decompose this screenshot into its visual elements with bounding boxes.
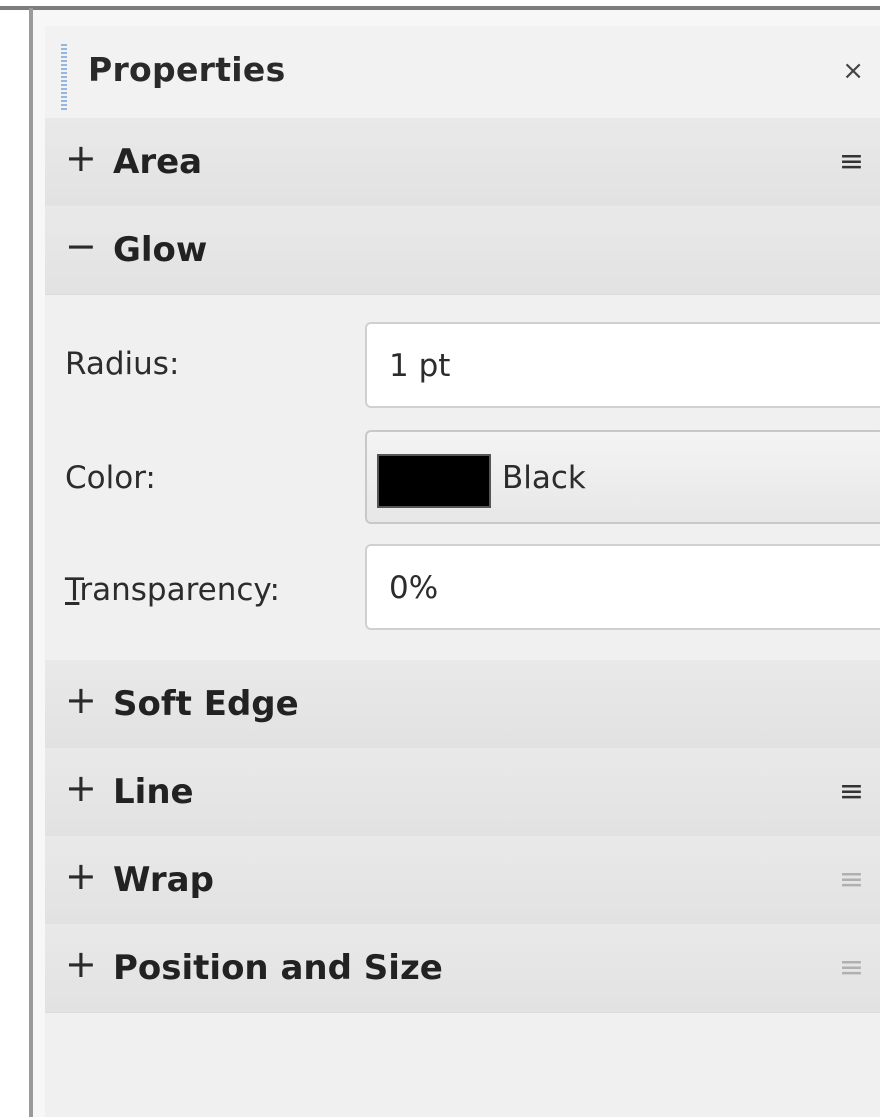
- properties-panel: Properties × + Area ≡ − Glow Radius: 1 p…: [45, 26, 880, 1117]
- section-position-and-size[interactable]: + Position and Size ≡: [45, 924, 880, 1013]
- section-line-label: Line: [113, 772, 194, 812]
- section-area[interactable]: + Area ≡: [45, 118, 880, 207]
- panel-titlebar: Properties ×: [45, 26, 880, 118]
- plus-icon: +: [65, 678, 97, 722]
- panel-title: Properties: [88, 50, 286, 89]
- section-glow-label: Glow: [113, 230, 208, 270]
- drag-grip-icon[interactable]: [61, 44, 67, 110]
- hamburger-menu-icon[interactable]: ≡: [839, 950, 864, 985]
- hamburger-menu-icon[interactable]: ≡: [839, 144, 864, 179]
- plus-icon: +: [65, 766, 97, 810]
- hamburger-menu-icon[interactable]: ≡: [839, 862, 864, 897]
- color-value: Black: [502, 460, 586, 496]
- radius-value: 1 pt: [389, 348, 451, 384]
- color-label: Color:: [65, 460, 156, 496]
- transparency-label: Transparency:: [65, 572, 280, 608]
- section-area-label: Area: [113, 142, 203, 182]
- section-soft-edge-label: Soft Edge: [113, 684, 299, 724]
- hamburger-menu-icon[interactable]: ≡: [839, 774, 864, 809]
- radius-label: Radius:: [65, 346, 180, 382]
- close-icon[interactable]: ×: [842, 56, 864, 86]
- color-swatch: [377, 454, 491, 508]
- section-wrap-label: Wrap: [113, 860, 214, 900]
- plus-icon: +: [65, 854, 97, 898]
- properties-sidebar: Properties × + Area ≡ − Glow Radius: 1 p…: [33, 10, 880, 1117]
- plus-icon: +: [65, 942, 97, 986]
- color-dropdown[interactable]: Black: [365, 430, 880, 524]
- section-line[interactable]: + Line ≡: [45, 748, 880, 837]
- plus-icon: +: [65, 136, 97, 180]
- radius-field[interactable]: 1 pt: [365, 322, 880, 408]
- section-glow[interactable]: − Glow: [45, 206, 880, 295]
- section-soft-edge[interactable]: + Soft Edge: [45, 660, 880, 749]
- section-wrap[interactable]: + Wrap ≡: [45, 836, 880, 925]
- transparency-field[interactable]: 0%: [365, 544, 880, 630]
- minus-icon: −: [65, 224, 97, 268]
- section-position-and-size-label: Position and Size: [113, 948, 443, 988]
- transparency-value: 0%: [389, 570, 439, 606]
